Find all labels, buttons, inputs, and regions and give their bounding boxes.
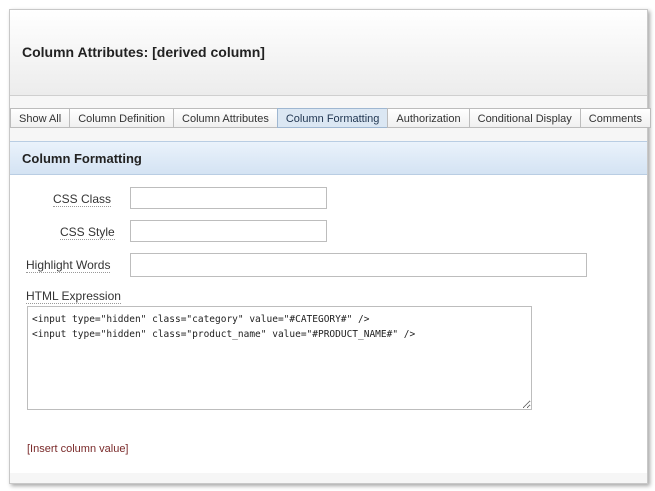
page-header: Column Attributes: [derived column] [10,10,647,96]
section-header: Column Formatting [10,142,647,175]
section-title: Column Formatting [22,151,142,166]
css-style-input[interactable] [130,220,327,242]
tab-column-definition[interactable]: Column Definition [69,108,175,128]
page-title: Column Attributes: [derived column] [22,44,265,60]
tab-authorization[interactable]: Authorization [387,108,470,128]
tab-conditional-display[interactable]: Conditional Display [468,108,581,128]
css-style-label: CSS Style [60,225,115,240]
dialog-frame: Column Attributes: [derived column] Show… [9,9,651,484]
tab-column-formatting[interactable]: Column Formatting [276,108,389,128]
css-class-input[interactable] [130,187,327,209]
tab-column-attributes[interactable]: Column Attributes [173,108,278,128]
tab-comments[interactable]: Comments [579,108,651,128]
highlight-words-label: Highlight Words [26,258,111,273]
tab-bar: Show All Column Definition Column Attrib… [10,108,651,128]
html-expression-label: HTML Expression [26,289,121,304]
insert-column-value-link[interactable]: [Insert column value] [27,443,129,455]
css-class-label: CSS Class [53,192,112,207]
html-expression-textarea[interactable]: <input type="hidden" class="category" va… [27,306,532,410]
tab-show-all[interactable]: Show All [10,108,71,128]
highlight-words-input[interactable] [130,253,587,277]
